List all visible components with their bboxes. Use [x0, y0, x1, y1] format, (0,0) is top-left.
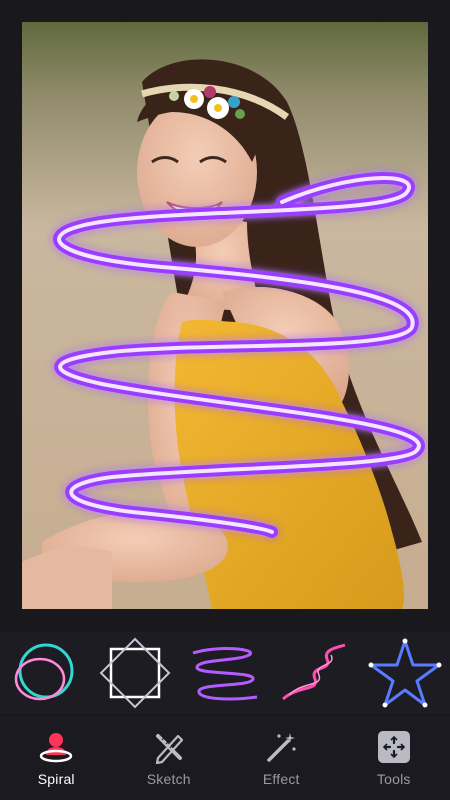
- knee-skin: [22, 546, 112, 609]
- spiral-person-icon: [38, 729, 74, 765]
- nav-label: Tools: [376, 771, 411, 787]
- pencil-ruler-icon: [151, 729, 187, 765]
- tools-move-icon: [376, 729, 412, 765]
- bottom-nav: Spiral Sketch Effect Tools: [0, 716, 450, 800]
- nav-effect[interactable]: Effect: [231, 716, 331, 800]
- photo-canvas[interactable]: [22, 22, 428, 609]
- neon-star-icon: [368, 638, 442, 708]
- edited-photo: [22, 22, 428, 609]
- effect-square[interactable]: [90, 632, 180, 714]
- neon-circle-icon: [14, 643, 74, 701]
- effect-circle[interactable]: [0, 632, 90, 714]
- nav-spiral[interactable]: Spiral: [6, 716, 106, 800]
- magic-wand-icon: [263, 729, 299, 765]
- effect-spiral[interactable]: [180, 632, 270, 714]
- nav-label: Effect: [262, 771, 300, 787]
- neon-spiral-icon: [192, 647, 258, 701]
- effect-strip[interactable]: [0, 632, 450, 714]
- nav-tools[interactable]: Tools: [344, 716, 444, 800]
- photo-editor-app: Spiral Sketch Effect Tools: [0, 0, 450, 800]
- nav-sketch[interactable]: Sketch: [119, 716, 219, 800]
- nav-label: Spiral: [37, 771, 75, 787]
- neon-zigzag-icon: [282, 643, 346, 701]
- neon-square-icon: [99, 637, 171, 709]
- effect-star[interactable]: [360, 632, 450, 714]
- nav-label: Sketch: [146, 771, 191, 787]
- effect-zigzag[interactable]: [270, 632, 360, 714]
